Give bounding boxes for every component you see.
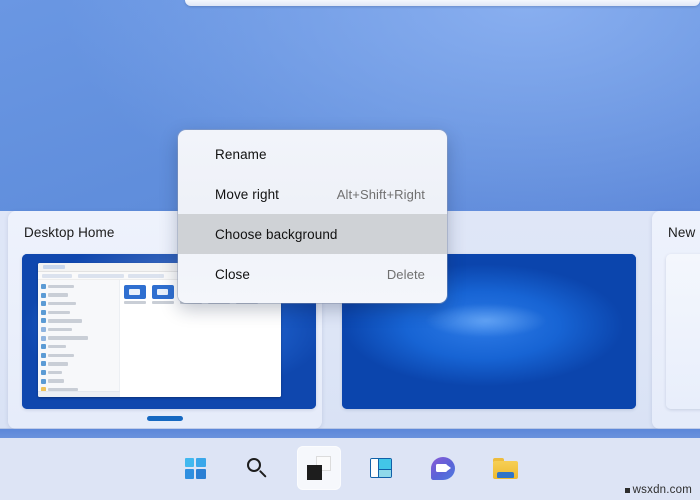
active-desktop-indicator [147,416,183,421]
watermark-square-icon [624,487,630,493]
menu-item-rename-label: Rename [215,146,267,162]
desktop-card-3-title: New [668,225,696,240]
menu-item-move-right[interactable]: Move right Alt+Shift+Right [178,174,447,214]
desktop-card-3-new[interactable]: New [652,211,700,429]
watermark: wsxdn.com [624,484,692,496]
menu-item-close[interactable]: Close Delete [178,254,447,294]
desktop-context-menu: Rename Move right Alt+Shift+Right Choose… [178,130,447,303]
file-explorer-button[interactable] [483,446,527,490]
menu-item-move-right-accelerator: Alt+Shift+Right [336,186,425,202]
menu-item-move-right-label: Move right [215,186,280,202]
task-view-button[interactable] [297,446,341,490]
taskbar-top-edge [0,429,700,438]
task-view-icon [307,456,331,480]
desktop-card-3-thumbnail[interactable] [666,254,700,409]
explorer-nav-pane [38,280,120,397]
explorer-status-bar [38,391,120,397]
menu-item-choose-background[interactable]: Choose background [178,214,447,254]
menu-item-close-label: Close [215,266,251,282]
chat-button[interactable] [421,446,465,490]
menu-item-close-accelerator: Delete [386,266,425,282]
taskbar-button-tray [0,443,700,493]
search-button[interactable] [235,446,279,490]
menu-item-choose-background-label: Choose background [215,226,338,242]
folder-icon [492,457,518,479]
windows-logo-icon [184,457,206,479]
search-icon [246,457,268,479]
start-button[interactable] [173,446,217,490]
top-panel-sliver [185,0,700,6]
widgets-icon [370,458,392,478]
watermark-text: wsxdn.com [632,484,692,496]
widgets-button[interactable] [359,446,403,490]
menu-item-rename[interactable]: Rename [178,134,447,174]
chat-video-icon [431,456,455,480]
